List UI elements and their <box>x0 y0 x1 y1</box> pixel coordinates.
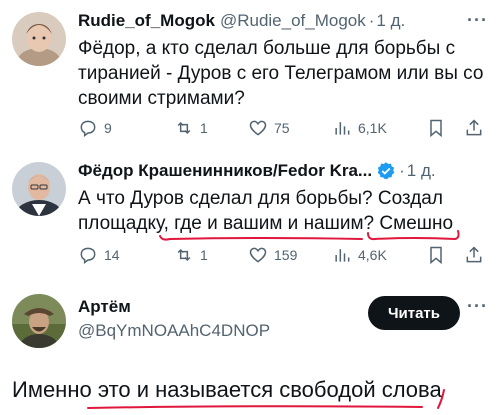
caption-red-underline <box>87 389 445 409</box>
like-button[interactable]: 75 <box>248 118 290 138</box>
profile-name[interactable]: Артём <box>78 296 131 318</box>
author-name[interactable]: Фёдор Крашенинников/Fedor Kra... <box>78 160 372 182</box>
bookmark-button[interactable] <box>426 118 452 138</box>
share-button[interactable] <box>464 245 490 265</box>
profile-name-row: Артём <box>78 296 131 318</box>
repost-count: 1 <box>200 247 208 263</box>
like-icon <box>249 247 267 263</box>
reply-icon <box>80 247 96 264</box>
views-button[interactable]: 4,6K <box>332 245 387 265</box>
reply-button[interactable]: 14 <box>78 245 120 265</box>
views-icon <box>335 249 350 262</box>
tweet-text-line: А что Дуров сделал для борьбы? Создал <box>78 188 443 209</box>
share-icon <box>466 246 482 263</box>
tweet-fedor[interactable]: Фёдор Крашенинников/Fedor Kra... · 1 д. … <box>0 150 500 280</box>
timestamp[interactable]: 1 д. <box>407 160 436 182</box>
tweet-text: Фёдор, а кто сделал больше для борьбы с … <box>78 36 488 111</box>
repost-icon <box>177 248 191 262</box>
timestamp[interactable]: 1 д. <box>376 10 405 32</box>
repost-button[interactable]: 1 <box>174 118 208 138</box>
reply-icon <box>80 120 96 137</box>
like-count: 75 <box>274 120 290 136</box>
avatar-artem[interactable] <box>12 294 66 348</box>
bookmark-icon <box>430 119 442 138</box>
tweet-text-line: тиранией - Дуров с его Телеграмом или вы… <box>78 63 484 84</box>
more-options-icon[interactable]: ··· <box>467 296 488 317</box>
views-count: 6,1K <box>358 120 387 136</box>
tweet-rudie[interactable]: Rudie_of_Mogok @Rudie_of_Mogok · 1 д. ··… <box>0 0 500 150</box>
avatar-rudie[interactable] <box>12 12 66 66</box>
share-button[interactable] <box>464 118 490 138</box>
follow-button[interactable]: Читать <box>368 296 460 330</box>
reply-button[interactable]: 9 <box>78 118 112 138</box>
separator-dot: · <box>368 11 375 30</box>
reply-count: 14 <box>104 247 120 263</box>
bookmark-icon <box>430 246 442 265</box>
repost-button[interactable]: 1 <box>174 245 208 265</box>
tweet-text: А что Дуров сделал для борьбы? Создал пл… <box>78 186 488 236</box>
profile-handle[interactable]: @BqYmNOAAhC4DNOP <box>78 320 270 342</box>
like-button[interactable]: 159 <box>248 245 297 265</box>
profile-handle-row: @BqYmNOAAhC4DNOP <box>78 320 270 342</box>
tweet-text-line: Фёдор, а кто сделал больше для борьбы с <box>78 38 456 59</box>
bookmark-button[interactable] <box>426 245 452 265</box>
tweet-text-line: своими стримами? <box>78 88 245 109</box>
views-count: 4,6K <box>358 247 387 263</box>
verified-icon <box>377 162 395 180</box>
more-options-icon[interactable]: ··· <box>467 10 488 31</box>
like-icon <box>249 120 267 136</box>
share-icon <box>466 119 482 136</box>
views-button[interactable]: 6,1K <box>332 118 387 138</box>
author-name[interactable]: Rudie_of_Mogok <box>78 10 215 32</box>
separator-dot: · <box>399 161 405 180</box>
repost-icon <box>177 121 191 135</box>
tweet-actions: 9 1 75 6,1K <box>78 118 488 140</box>
reply-count: 9 <box>104 120 112 136</box>
avatar-fedor[interactable] <box>12 162 66 216</box>
views-icon <box>335 122 350 135</box>
tweet-actions: 14 1 159 4,6K <box>78 245 488 267</box>
like-count: 159 <box>274 247 298 263</box>
repost-count: 1 <box>200 120 208 136</box>
author-handle[interactable]: @Rudie_of_Mogok <box>220 10 366 32</box>
